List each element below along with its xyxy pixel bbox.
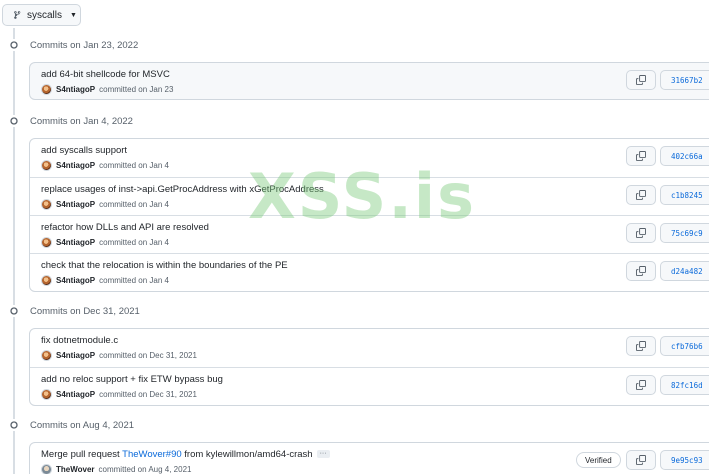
commit-sha-link[interactable]: 75c69c9 (660, 223, 709, 243)
commit-author[interactable]: TheWover (56, 465, 95, 474)
copy-icon (636, 151, 646, 161)
avatar[interactable] (41, 275, 52, 286)
commit-sha-link[interactable]: d24a482 (660, 261, 709, 281)
copy-sha-button[interactable] (626, 223, 656, 243)
avatar[interactable] (41, 237, 52, 248)
copy-icon (636, 455, 646, 465)
commit-row: Merge pull request TheWover#90 from kyle… (30, 443, 709, 474)
commit-row: add syscalls support S4ntiagoP committed … (30, 139, 709, 177)
commit-row: add 64-bit shellcode for MSVC S4ntiagoP c… (30, 63, 709, 99)
commit-author[interactable]: S4ntiagoP (56, 351, 95, 360)
commit-date: committed on Dec 31, 2021 (99, 351, 197, 360)
commit-node-icon (8, 419, 20, 431)
commit-author[interactable]: S4ntiagoP (56, 161, 95, 170)
avatar[interactable] (41, 199, 52, 210)
commit-date: committed on Jan 4 (99, 276, 169, 285)
verified-badge[interactable]: Verified (576, 452, 621, 468)
commit-message[interactable]: Merge pull request TheWover#90 from kyle… (41, 449, 330, 460)
commit-message[interactable]: add 64-bit shellcode for MSVC (41, 69, 170, 80)
commit-author[interactable]: S4ntiagoP (56, 276, 95, 285)
commit-message[interactable]: refactor how DLLs and API are resolved (41, 222, 209, 233)
commit-sha-link[interactable]: 82fc16d (660, 375, 709, 395)
copy-icon (636, 190, 646, 200)
copy-icon (636, 75, 646, 85)
commit-node-icon (8, 305, 20, 317)
commit-author[interactable]: S4ntiagoP (56, 390, 95, 399)
commit-sha-link[interactable]: 402c66a (660, 146, 709, 166)
commit-list: fix dotnetmodule.c S4ntiagoP committed on… (29, 328, 709, 406)
commit-message[interactable]: add no reloc support + fix ETW bypass bu… (41, 374, 223, 385)
avatar[interactable] (41, 350, 52, 361)
commit-message[interactable]: check that the relocation is within the … (41, 260, 288, 271)
pull-request-link[interactable]: TheWover#90 (122, 449, 182, 460)
commit-author[interactable]: S4ntiagoP (56, 238, 95, 247)
avatar[interactable] (41, 84, 52, 95)
commit-date: committed on Jan 4 (99, 200, 169, 209)
commit-date: committed on Aug 4, 2021 (98, 465, 192, 474)
commit-sha-link[interactable]: 9e95c93 (660, 450, 709, 470)
copy-sha-button[interactable] (626, 70, 656, 90)
copy-sha-button[interactable] (626, 336, 656, 356)
commit-row: replace usages of inst->api.GetProcAddre… (30, 177, 709, 215)
avatar[interactable] (41, 389, 52, 400)
branch-selector[interactable]: syscalls ▼ (2, 4, 81, 26)
commit-row: add no reloc support + fix ETW bypass bu… (30, 367, 709, 405)
commit-message[interactable]: add syscalls support (41, 145, 127, 156)
commit-row: refactor how DLLs and API are resolved S… (30, 215, 709, 253)
chevron-down-icon: ▼ (70, 11, 77, 19)
commit-list: Merge pull request TheWover#90 from kyle… (29, 442, 709, 474)
commit-date: committed on Jan 4 (99, 161, 169, 170)
commit-sha-link[interactable]: 31667b2 (660, 70, 709, 90)
copy-sha-button[interactable] (626, 185, 656, 205)
commit-date: committed on Jan 23 (99, 85, 174, 94)
commit-message[interactable]: fix dotnetmodule.c (41, 335, 118, 346)
commit-author[interactable]: S4ntiagoP (56, 200, 95, 209)
commit-message[interactable]: replace usages of inst->api.GetProcAddre… (41, 184, 324, 195)
copy-icon (636, 228, 646, 238)
commit-row: check that the relocation is within the … (30, 253, 709, 291)
branch-icon (14, 11, 21, 19)
commit-node-icon (8, 39, 20, 51)
commit-author[interactable]: S4ntiagoP (56, 85, 95, 94)
commit-sha-link[interactable]: c1b8245 (660, 185, 709, 205)
commit-date: committed on Dec 31, 2021 (99, 390, 197, 399)
copy-icon (636, 341, 646, 351)
copy-icon (636, 266, 646, 276)
branch-name: syscalls (27, 9, 63, 21)
copy-sha-button[interactable] (626, 450, 656, 470)
commit-list: add syscalls support S4ntiagoP committed … (29, 138, 709, 292)
copy-sha-button[interactable] (626, 261, 656, 281)
copy-sha-button[interactable] (626, 375, 656, 395)
expand-message-button[interactable]: ··· (316, 450, 330, 459)
copy-icon (636, 380, 646, 390)
commit-sha-link[interactable]: cfb76b6 (660, 336, 709, 356)
timeline-line (13, 28, 15, 474)
avatar[interactable] (41, 160, 52, 171)
copy-sha-button[interactable] (626, 146, 656, 166)
commit-date: committed on Jan 4 (99, 238, 169, 247)
commit-node-icon (8, 115, 20, 127)
commit-list: add 64-bit shellcode for MSVC S4ntiagoP c… (29, 62, 709, 100)
commit-row: fix dotnetmodule.c S4ntiagoP committed on… (30, 329, 709, 367)
avatar[interactable] (41, 464, 52, 474)
